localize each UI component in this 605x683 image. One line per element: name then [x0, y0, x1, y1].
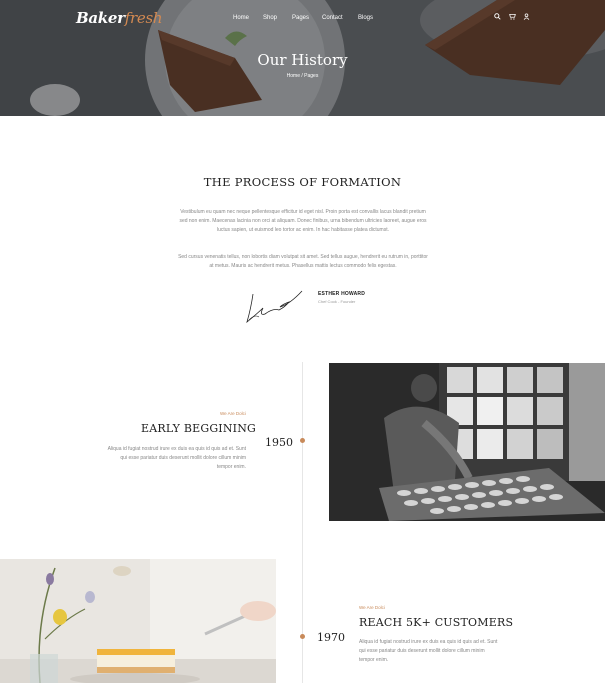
baker-photo: [329, 363, 605, 521]
brand-logo[interactable]: Bakerfresh: [76, 9, 163, 27]
timeline-eyebrow-2: We Are Dolci: [359, 605, 385, 610]
formation-paragraph-1: Vestibulum eu quam nec neque pellentesqu…: [179, 209, 427, 233]
nav-blogs[interactable]: Blogs: [358, 15, 373, 21]
timeline-year-1: 1950: [265, 436, 293, 449]
header-icons: [494, 13, 534, 23]
nav-home[interactable]: Home: [233, 15, 249, 21]
breadcrumb[interactable]: Home / Pages: [0, 73, 605, 79]
founder-signature: [246, 290, 303, 324]
signature-name: ESTHER HOWARD: [318, 291, 366, 297]
timeline-title-1: EARLY BEGGINING: [141, 422, 257, 435]
formation-paragraph-2: Sed cursus venenatis tellus, non loborti…: [178, 254, 428, 269]
timeline-text-2: Aliqua id fugiat nostrud irure ex duis e…: [359, 639, 498, 663]
page-title: Our History: [257, 51, 348, 69]
nav-pages[interactable]: Pages: [292, 15, 309, 21]
nav-shop[interactable]: Shop: [263, 15, 277, 21]
timeline-year-2: 1970: [317, 631, 345, 644]
timeline-dot-2: [300, 634, 305, 639]
hero-banner: Bakerfresh Home Shop Pages Contact Blogs…: [0, 0, 605, 116]
nav-contact[interactable]: Contact: [322, 15, 343, 21]
formation-title: THE PROCESS OF FORMATION: [203, 175, 402, 189]
logo-accent-text: fresh: [124, 9, 163, 27]
logo-main-text: Baker: [76, 9, 125, 27]
cake-photo: [0, 559, 276, 683]
user-icon[interactable]: [523, 13, 530, 20]
timeline-text-1: Aliqua id fugiat nostrud irure ex duis e…: [107, 446, 246, 470]
timeline-dot-1: [300, 438, 305, 443]
timeline-eyebrow-1: We Are Dolci: [220, 411, 246, 416]
search-icon[interactable]: [494, 13, 501, 20]
signature-role: Chef Cook - Founder: [318, 299, 356, 304]
timeline-title-2: REACH 5K+ CUSTOMERS: [359, 616, 514, 629]
cart-icon[interactable]: [509, 13, 516, 20]
